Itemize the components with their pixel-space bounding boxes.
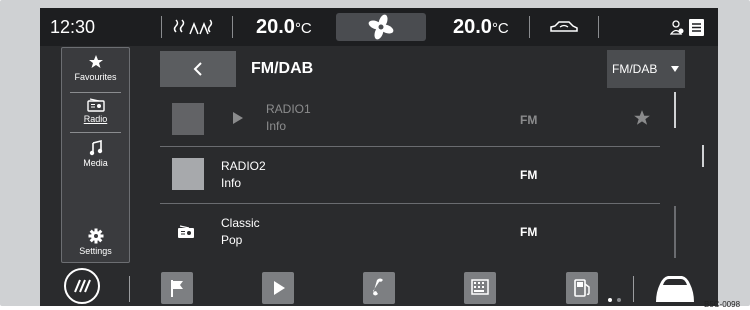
car-recirculation-icon[interactable] (548, 18, 580, 41)
page-indicator-dot (608, 298, 612, 302)
phone-button[interactable] (363, 272, 395, 304)
sidebar-item-label: Media (83, 158, 108, 168)
separator (129, 276, 130, 302)
phone-icon (373, 278, 383, 296)
fan-icon (368, 14, 394, 40)
station-row[interactable]: Classic Pop FM (160, 205, 660, 261)
page-indicator-dot (617, 298, 621, 302)
car-icon (656, 276, 694, 302)
sidebar-item-favourites[interactable]: Favourites (62, 54, 129, 82)
station-title: Classic (221, 216, 260, 230)
left-temp-unit: °C (294, 20, 312, 37)
figure-id: B5C-0098 (704, 300, 741, 309)
play-icon (233, 112, 243, 124)
station-logo (172, 158, 204, 190)
divider (70, 92, 121, 93)
sidebar-menu: Favourites Radio Media Settings (61, 47, 130, 263)
user-profile-icon[interactable] (669, 20, 684, 41)
chevron-down-icon (671, 66, 679, 72)
source-dropdown[interactable]: FM/DAB (607, 50, 685, 88)
station-band: FM (520, 225, 538, 239)
clock: 12:30 (50, 17, 96, 37)
left-temp-value: 20.0 (256, 16, 295, 38)
station-row[interactable]: RADIO1 Info FM (160, 93, 660, 149)
infotainment-screen: 12:30 20.0°C 20.0°C Favourites Radio Med… (40, 8, 718, 306)
scrollbar-thumb[interactable] (702, 145, 704, 167)
fuel-icon (574, 279, 590, 297)
flag-icon (171, 280, 183, 297)
seat-heating-icon[interactable] (172, 17, 218, 42)
sidebar-item-label: Settings (79, 246, 112, 256)
right-temp-unit: °C (491, 20, 509, 37)
separator (633, 276, 634, 302)
navigation-button[interactable] (161, 272, 193, 304)
sidebar-item-radio[interactable]: Radio (62, 98, 129, 124)
sidebar-item-media[interactable]: Media (62, 139, 129, 168)
vehicle-button[interactable] (652, 268, 698, 306)
menu-icon[interactable] (689, 19, 704, 36)
page-title: FM/DAB (251, 60, 314, 77)
station-band: FM (520, 113, 538, 127)
play-icon (274, 281, 285, 295)
right-temperature[interactable]: 20.0°C (453, 16, 509, 39)
sidebar-item-label: Radio (83, 114, 108, 124)
station-name: RADIO1 Info (266, 101, 311, 135)
scrollbar-thumb[interactable] (674, 92, 676, 128)
divider (70, 132, 121, 133)
chevron-left-icon (193, 62, 202, 76)
station-title: RADIO1 (266, 102, 311, 116)
scrollbar-track (674, 206, 676, 258)
dropdown-value: FM/DAB (612, 62, 658, 76)
station-info: Pop (221, 233, 243, 247)
left-temperature[interactable]: 20.0°C (256, 16, 312, 39)
separator (598, 16, 599, 38)
back-button[interactable] (160, 51, 236, 87)
radio-icon (86, 98, 105, 112)
fan-button[interactable] (336, 13, 426, 41)
station-info: Info (266, 119, 287, 133)
keypad-icon (471, 279, 489, 295)
apps-button[interactable] (464, 272, 496, 304)
station-logo (172, 103, 204, 135)
right-temp-value: 20.0 (453, 16, 492, 38)
divider (160, 146, 660, 147)
star-icon[interactable] (633, 109, 651, 127)
station-name: Classic Pop (221, 215, 260, 249)
station-title: RADIO2 (221, 159, 266, 173)
station-name: RADIO2 Info (221, 158, 266, 192)
bottom-bar (40, 264, 718, 306)
media-button[interactable] (262, 272, 294, 304)
gear-icon (88, 228, 103, 244)
sidebar-item-label: Favourites (74, 72, 117, 82)
station-row[interactable]: RADIO2 Info FM (160, 148, 660, 204)
home-icon (74, 279, 91, 293)
divider (160, 203, 660, 204)
radio-icon (178, 225, 194, 238)
status-bar: 12:30 20.0°C 20.0°C (40, 8, 718, 46)
music-note-icon (89, 139, 102, 156)
sidebar-item-settings[interactable]: Settings (62, 228, 129, 256)
home-button[interactable] (64, 268, 100, 304)
station-band: FM (520, 168, 538, 182)
star-icon (88, 55, 103, 68)
station-info: Info (221, 176, 242, 190)
separator (161, 16, 162, 38)
separator (232, 16, 233, 38)
fuel-button[interactable] (566, 272, 598, 304)
separator (529, 16, 530, 38)
